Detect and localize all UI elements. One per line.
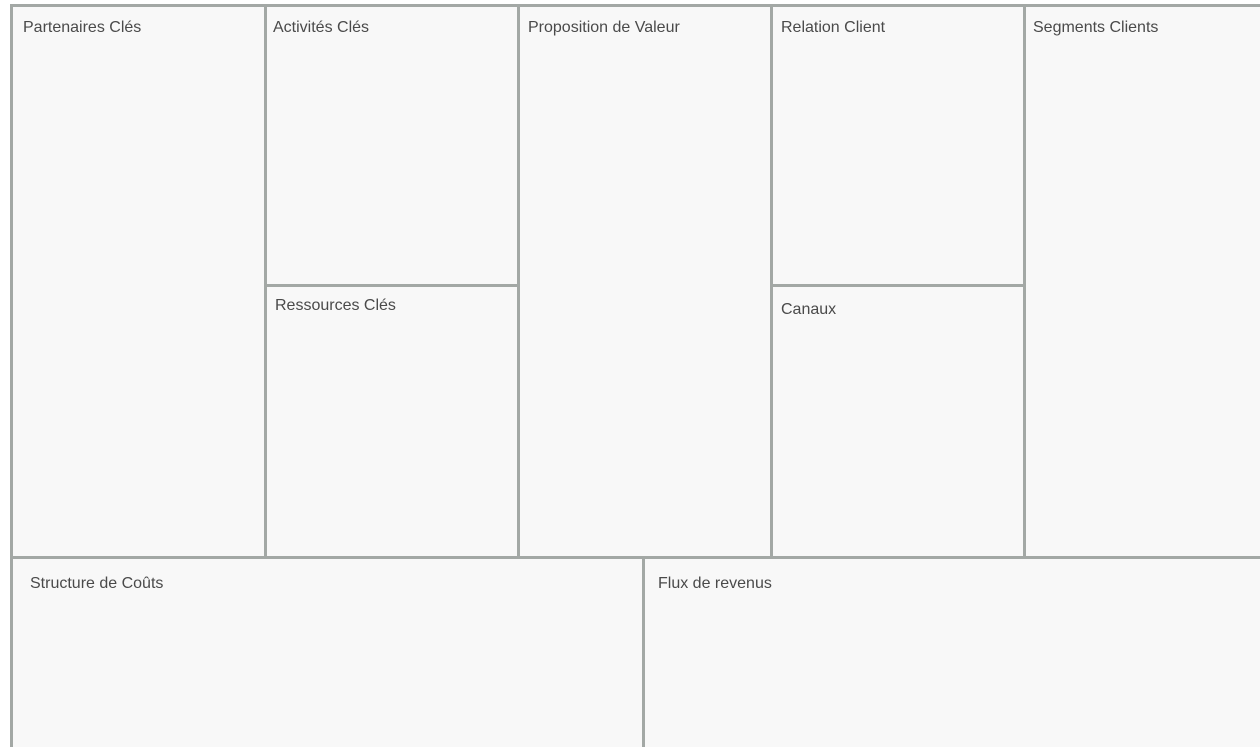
value-proposition-label: Proposition de Valeur: [528, 19, 680, 36]
customer-relationship-label: Relation Client: [781, 19, 886, 36]
business-model-canvas: Partenaires Clés Activités Clés Ressourc…: [0, 0, 1260, 747]
key-partners-block[interactable]: Partenaires Clés: [10, 4, 267, 559]
key-activities-label: Activités Clés: [273, 19, 370, 36]
key-resources-block[interactable]: Ressources Clés: [264, 284, 520, 559]
cost-structure-label: Structure de Coûts: [30, 575, 164, 592]
channels-block[interactable]: Canaux: [770, 284, 1026, 559]
customer-segments-block[interactable]: Segments Clients: [1023, 4, 1260, 559]
value-proposition-block[interactable]: Proposition de Valeur: [517, 4, 773, 559]
cost-structure-block[interactable]: Structure de Coûts: [10, 556, 646, 747]
revenue-streams-block[interactable]: Flux de revenus: [642, 556, 1260, 747]
customer-relationship-block[interactable]: Relation Client: [770, 4, 1026, 287]
key-partners-label: Partenaires Clés: [23, 19, 142, 36]
channels-label: Canaux: [781, 301, 837, 318]
revenue-streams-label: Flux de revenus: [658, 575, 772, 592]
key-activities-block[interactable]: Activités Clés: [264, 4, 520, 287]
key-resources-label: Ressources Clés: [275, 297, 396, 314]
customer-segments-label: Segments Clients: [1033, 19, 1159, 36]
